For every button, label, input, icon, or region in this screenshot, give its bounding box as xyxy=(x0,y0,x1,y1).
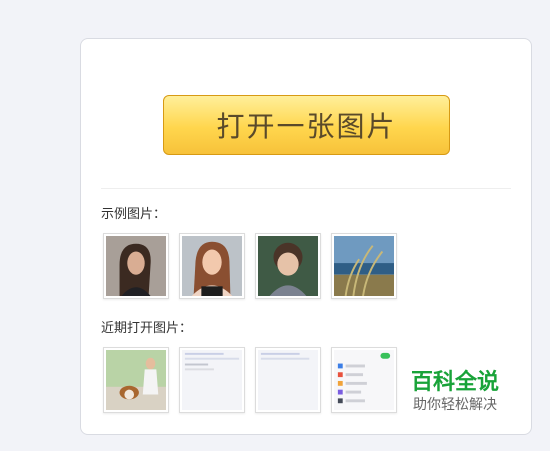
watermark-title: 百科全说 xyxy=(410,370,499,395)
recent-image-4[interactable] xyxy=(331,347,397,413)
example-image-4[interactable] xyxy=(331,233,397,299)
example-image-2[interactable] xyxy=(179,233,245,299)
recent-image-3[interactable] xyxy=(255,347,321,413)
portrait-woman-smiling-thumbnail xyxy=(182,236,242,296)
portrait-woman-brunette-thumbnail xyxy=(106,236,166,296)
recent-image-1[interactable] xyxy=(103,347,169,413)
example-thumbnails xyxy=(103,233,397,299)
recent-image-2[interactable] xyxy=(179,347,245,413)
example-image-3[interactable] xyxy=(255,233,321,299)
landscape-grass-sea-thumbnail xyxy=(334,236,394,296)
examples-label: 示例图片： xyxy=(101,207,167,222)
open-image-button[interactable]: 打开一张图片 xyxy=(163,95,450,155)
recent-thumbnails xyxy=(103,347,397,413)
watermark-subtitle: 助你轻松解决 xyxy=(413,397,497,413)
portrait-child-thumbnail xyxy=(258,236,318,296)
watermark-logo: 百科全说 助你轻松解决 xyxy=(400,370,510,414)
woman-with-dog-thumbnail xyxy=(106,350,166,410)
divider xyxy=(101,188,511,189)
recent-label: 近期打开图片： xyxy=(101,321,193,336)
blank-page-thumbnail xyxy=(258,350,318,410)
settings-screenshot-thumbnail xyxy=(334,350,394,410)
document-screenshot-thumbnail xyxy=(182,350,242,410)
example-image-1[interactable] xyxy=(103,233,169,299)
